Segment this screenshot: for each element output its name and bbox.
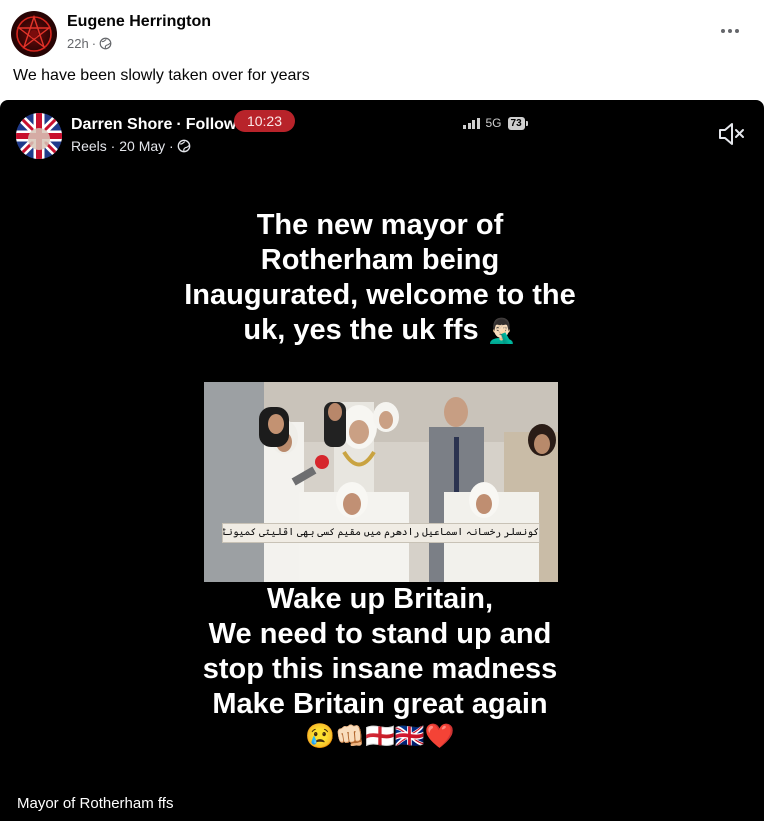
embedded-news-clip: کونسلر رخسانہ اسماعیل رادھرم میں مقیم کس…	[204, 382, 558, 582]
post-meta: 22h ·	[67, 36, 112, 51]
phone-status-bar: 5G 73	[463, 116, 528, 130]
signal-icon	[463, 117, 480, 129]
meta-separator: ·	[91, 36, 97, 51]
reel-video-player[interactable]: Darren Shore · Follow 10:23 5G 73 Reels …	[0, 100, 764, 821]
recording-time-pill: 10:23	[234, 110, 295, 132]
pentagram-avatar-icon	[16, 14, 52, 52]
facepalm-emoji: 🤦🏻‍♂️	[486, 318, 517, 345]
video-meta-text[interactable]: Reels · 20 May ·	[71, 138, 174, 154]
video-caption-bottom: Wake up Britain, We need to stand up and…	[180, 582, 580, 722]
post-time[interactable]: 22h	[67, 36, 89, 51]
author-avatar[interactable]	[11, 11, 57, 57]
video-author-row: Darren Shore · Follow	[71, 116, 236, 134]
news-clip-scene	[204, 382, 558, 582]
name-separator: ·	[176, 116, 182, 133]
caption-line: Make Britain great again	[212, 688, 548, 720]
video-author-name[interactable]: Darren Shore	[71, 116, 172, 134]
caption-top-text: The new mayor of Rotherham being Inaugur…	[184, 209, 576, 346]
caption-emoji-row: 😢👊🏻🏴󠁧󠁢󠁥󠁮󠁧󠁿🇬🇧❤️	[305, 723, 455, 750]
caption-line: We need to stand up and	[208, 618, 552, 650]
video-author-avatar[interactable]	[16, 113, 62, 159]
more-horizontal-icon	[721, 29, 725, 33]
battery-icon: 73	[507, 116, 528, 130]
post-author-name[interactable]: Eugene Herrington	[67, 13, 211, 31]
mute-toggle-button[interactable]	[716, 119, 748, 149]
globe-icon[interactable]	[177, 139, 191, 153]
video-caption-top: The new mayor of Rotherham being Inaugur…	[180, 208, 580, 349]
battery-level: 73	[507, 116, 525, 130]
caption-line: Wake up Britain,	[266, 583, 494, 615]
more-options-button[interactable]	[712, 16, 748, 46]
urdu-news-banner: کونسلر رخسانہ اسماعیل رادھرم میں مقیم کس…	[222, 523, 540, 543]
union-jack-avatar-icon	[16, 113, 62, 159]
speaker-muted-icon	[719, 123, 744, 145]
video-description[interactable]: Mayor of Rotherham ffs	[17, 795, 173, 812]
post-header: Eugene Herrington 22h · We have been slo…	[0, 0, 770, 100]
globe-icon[interactable]	[99, 37, 112, 50]
post-text: We have been slowly taken over for years	[13, 67, 310, 84]
follow-button[interactable]: Follow	[186, 116, 237, 134]
network-label: 5G	[485, 116, 502, 130]
video-meta: Reels · 20 May ·	[71, 138, 191, 154]
caption-line: stop this insane madness	[202, 653, 558, 685]
